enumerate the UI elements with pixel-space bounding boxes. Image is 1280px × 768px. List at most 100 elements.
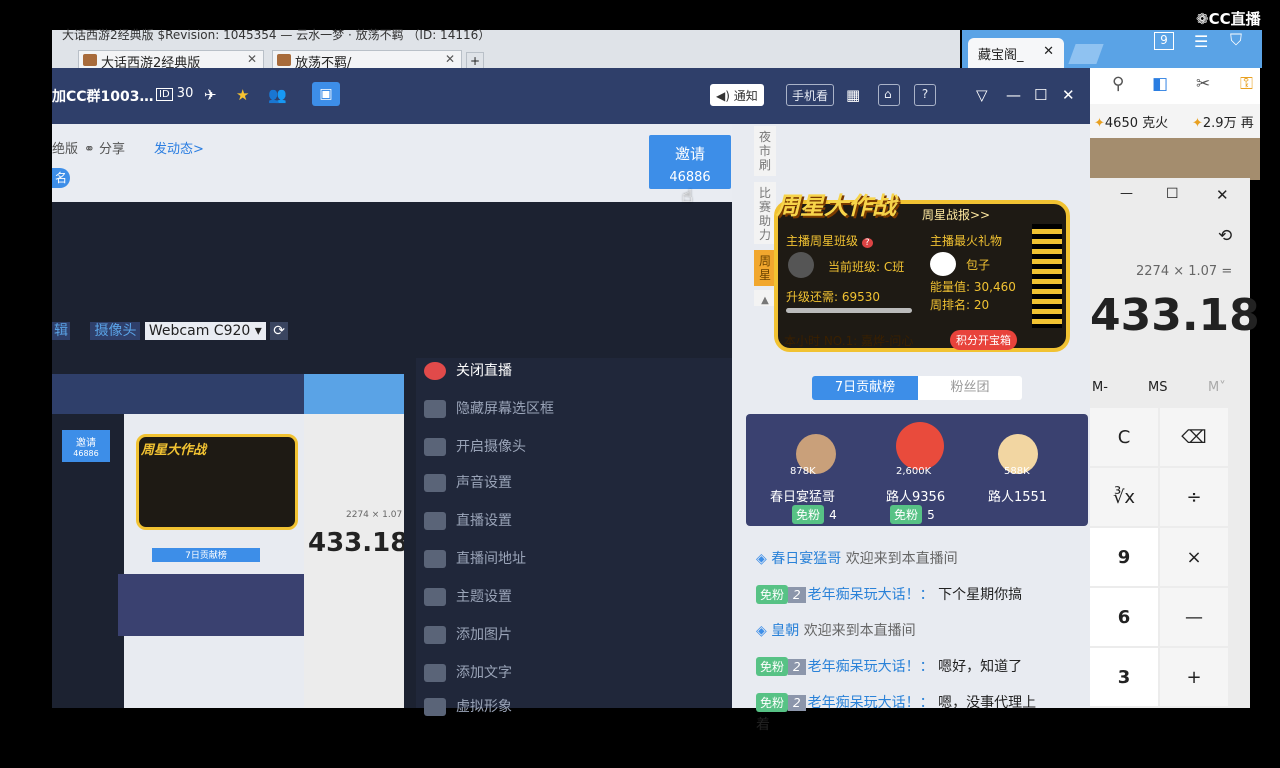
menu-item-add-image[interactable]: 添加图片 bbox=[424, 624, 512, 644]
anchor-class-label: 主播周星班级 ? bbox=[786, 232, 873, 249]
refresh-icon[interactable]: ⟳ bbox=[270, 322, 288, 340]
menu-item-theme[interactable]: 主题设置 bbox=[424, 586, 512, 606]
menu-icon[interactable]: ☰ bbox=[1194, 32, 1208, 51]
cube-root-button[interactable]: ∛x bbox=[1090, 468, 1158, 526]
chat-message-continued: 着 bbox=[756, 717, 770, 733]
digit-9-button[interactable]: 9 bbox=[1090, 528, 1158, 586]
memory-list-button[interactable]: M˅ bbox=[1208, 380, 1226, 395]
camera-icon bbox=[424, 438, 446, 456]
rank-name: 路人9356 bbox=[886, 490, 946, 505]
invite-label: 邀请 bbox=[674, 145, 705, 163]
monitor-icon bbox=[424, 400, 446, 418]
help-button[interactable]: ? bbox=[914, 84, 936, 106]
notify-button[interactable]: ◀) 通知 bbox=[710, 84, 764, 106]
ranking-podium: 878K 春日宴猛哥 免粉 4 2,600K 路人9356 免粉 5 588K … bbox=[746, 414, 1088, 526]
cc-live-window: 加CC群1003… ID 30 ✈ ★ 👥 ▣ ◀) 通知 手机看 ▦ ⌂ ? … bbox=[52, 68, 1090, 733]
room-title: 加CC群1003… bbox=[52, 89, 154, 105]
favicon-icon bbox=[277, 54, 291, 66]
right-panel: 夜市刷 比赛助力 周星 ▲ 周星大作战 周星战报>> 主播周星班级 ? 当前班级… bbox=[732, 124, 1090, 733]
search-icon[interactable]: ⚲ bbox=[1112, 74, 1124, 94]
browser-tab[interactable]: 藏宝阁_ ✕ bbox=[968, 38, 1064, 68]
menu-item-stop-live[interactable]: 关闭直播 bbox=[424, 360, 512, 380]
shirt-icon[interactable]: ⛉ bbox=[1230, 30, 1242, 50]
extension-icon[interactable]: ◧ bbox=[1152, 74, 1168, 94]
weekly-report-link[interactable]: 周星战报>> bbox=[922, 206, 990, 223]
maximize-icon[interactable]: ☐ bbox=[1034, 86, 1047, 104]
live-menu: 关闭直播 隐藏屏幕选区框 开启摄像头 声音设置 直播设置 直播间地址 主题设置 … bbox=[416, 358, 732, 716]
close-button[interactable]: ✕ bbox=[1216, 186, 1229, 204]
scroll-up-icon[interactable]: ▲ bbox=[754, 290, 776, 306]
speaker-icon bbox=[424, 474, 446, 492]
chat-message: ◈ 春日宴猛哥 欢迎来到本直播间 bbox=[756, 551, 958, 567]
lock-icon[interactable]: ⌂ bbox=[878, 84, 900, 106]
invite-number: 46886 bbox=[669, 170, 711, 185]
vtab-night-market[interactable]: 夜市刷 bbox=[754, 126, 776, 176]
chevron-down-icon: ▾ bbox=[254, 323, 262, 339]
menu-item-add-text[interactable]: 添加文字 bbox=[424, 662, 512, 682]
share-button[interactable]: ⚭ 分享 bbox=[84, 138, 125, 157]
camera-label: 摄像头 bbox=[90, 322, 141, 340]
digit-3-button[interactable]: 3 bbox=[1090, 648, 1158, 706]
divide-button[interactable]: ÷ bbox=[1160, 468, 1228, 526]
clear-button[interactable]: C bbox=[1090, 408, 1158, 466]
calc-expression: 2274 × 1.07 = bbox=[1136, 264, 1233, 279]
right-browser-tabbar: 藏宝阁_ ✕ 9 ☰ ⛉ bbox=[962, 30, 1262, 68]
memory-minus-button[interactable]: M- bbox=[1092, 380, 1108, 395]
menu-item-open-camera[interactable]: 开启摄像头 bbox=[424, 436, 526, 456]
memory-store-button[interactable]: MS bbox=[1148, 380, 1167, 395]
history-icon[interactable]: ⟲ bbox=[1218, 226, 1232, 246]
weekly-star-title: 周星大作战 bbox=[776, 192, 896, 220]
post-dynamic-link[interactable]: 发动态> bbox=[154, 138, 204, 157]
menu-item-hide-selection[interactable]: 隐藏屏幕选区框 bbox=[424, 398, 554, 418]
bookmark-item[interactable]: ✦4650 克火 bbox=[1094, 112, 1168, 131]
speaker-grille bbox=[1032, 224, 1062, 328]
close-icon[interactable]: ✕ bbox=[1062, 86, 1075, 104]
minimize-icon[interactable]: — bbox=[1006, 86, 1021, 104]
bookmark-item[interactable]: ✦2.9万 再 bbox=[1192, 112, 1254, 131]
plus-button[interactable]: + bbox=[1160, 648, 1228, 706]
browser-tab[interactable]: 大话西游2经典版 ✕ bbox=[78, 50, 264, 70]
camera-select[interactable]: Webcam C920 ▾ bbox=[144, 322, 266, 340]
minus-button[interactable]: — bbox=[1160, 588, 1228, 646]
treasure-button[interactable]: 积分开宝箱 bbox=[950, 330, 1017, 350]
phone-watch-button[interactable]: 手机看 bbox=[786, 84, 835, 106]
invite-button[interactable]: 邀请 46886 bbox=[649, 135, 731, 189]
vtab-weekly-star[interactable]: 周星 bbox=[754, 250, 776, 286]
users-icon[interactable]: 👥 bbox=[268, 86, 287, 104]
chat-message: 免粉 2 老年痴呆玩大话！： 下个星期你搞 bbox=[756, 584, 1022, 604]
minimize-button[interactable]: — bbox=[1120, 186, 1133, 201]
maximize-button[interactable]: ☐ bbox=[1166, 186, 1179, 202]
browser-tab[interactable]: 放荡不羁/✕ bbox=[272, 50, 462, 70]
upgrade-needed: 升级还需: 69530 bbox=[786, 290, 881, 304]
close-icon[interactable]: ✕ bbox=[445, 52, 455, 66]
plane-icon[interactable]: ✈ bbox=[204, 86, 217, 104]
menu-item-room-address[interactable]: 直播间地址 bbox=[424, 548, 526, 568]
multiply-button[interactable]: × bbox=[1160, 528, 1228, 586]
menu-item-sound[interactable]: 声音设置 bbox=[424, 472, 512, 492]
weekly-star-card[interactable]: 周星大作战 周星战报>> 主播周星班级 ? 当前班级: C班 升级还需: 695… bbox=[774, 186, 1074, 362]
avatar-icon bbox=[424, 698, 446, 716]
key-icon[interactable]: ⚿ bbox=[1240, 74, 1253, 94]
vtab-match-help[interactable]: 比赛助力 bbox=[754, 182, 776, 244]
tab-7day-contrib[interactable]: 7日贡献榜 bbox=[812, 376, 918, 400]
name-badge: 名 bbox=[52, 168, 70, 188]
digit-6-button[interactable]: 6 bbox=[1090, 588, 1158, 646]
dropdown-icon[interactable]: ▽ bbox=[976, 86, 988, 104]
close-icon[interactable]: ✕ bbox=[1043, 44, 1054, 59]
camera-icon[interactable]: ▣ bbox=[312, 82, 340, 106]
cut-icon[interactable]: ✂ bbox=[1196, 74, 1210, 94]
menu-item-avatar[interactable]: 虚拟形象 bbox=[424, 696, 512, 716]
tab-count-badge[interactable]: 9 bbox=[1154, 32, 1174, 50]
chat-message: 免粉 2 老年痴呆玩大话！： 嗯好，知道了 bbox=[756, 656, 1022, 676]
cc-header: 加CC群1003… ID 30 ✈ ★ 👥 ▣ ◀) 通知 手机看 ▦ ⌂ ? … bbox=[52, 68, 1090, 124]
edit-button[interactable]: 辑 bbox=[52, 322, 70, 340]
menu-item-live-settings[interactable]: 直播设置 bbox=[424, 510, 512, 530]
star-icon[interactable]: ★ bbox=[236, 86, 249, 104]
thumb-ranking bbox=[118, 574, 308, 636]
thumb-contrib-tab: 7日贡献榜 bbox=[152, 548, 260, 562]
backspace-button[interactable]: ⌫ bbox=[1160, 408, 1228, 466]
close-icon[interactable]: ✕ bbox=[247, 52, 257, 66]
tab-fans[interactable]: 粉丝团 bbox=[918, 376, 1022, 400]
new-tab-button[interactable] bbox=[1068, 44, 1104, 64]
grid-icon[interactable]: ▦ bbox=[846, 86, 860, 104]
